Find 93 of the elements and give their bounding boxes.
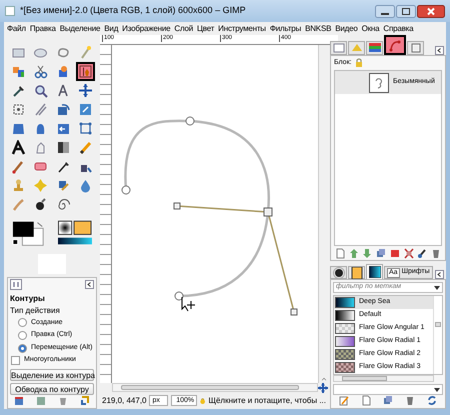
curve-icon (388, 38, 402, 52)
delete-options-icon[interactable] (58, 395, 68, 406)
gradient-swatch (335, 362, 355, 373)
close-icon[interactable] (417, 4, 445, 18)
lock-icon[interactable] (354, 58, 363, 68)
history-tab[interactable] (407, 41, 424, 55)
menu-item[interactable]: Правка (30, 22, 56, 34)
panel-menu-icon[interactable] (435, 46, 444, 55)
tool-options-icon[interactable] (10, 279, 22, 290)
menu-item[interactable]: Выделение (60, 22, 100, 34)
tool-icon[interactable] (11, 102, 26, 117)
app-icon (5, 6, 15, 16)
menu-item[interactable]: Окна (362, 22, 380, 34)
new-icon[interactable] (361, 395, 371, 406)
save-options-icon[interactable] (14, 395, 24, 406)
gradients-tab[interactable] (366, 264, 383, 279)
gradient-swatch (335, 336, 355, 347)
menu-item[interactable]: Файл (7, 22, 26, 34)
dropdown-arrow-icon (434, 286, 440, 290)
vertical-scrollbar[interactable] (318, 45, 328, 383)
maximize-icon[interactable] (396, 4, 416, 18)
tool-icon[interactable] (56, 140, 71, 155)
menu-item[interactable]: Слой (174, 22, 194, 34)
tool-options-title: Контуры (9, 292, 46, 305)
menu-item[interactable]: Вид (104, 22, 118, 34)
menu-item[interactable]: Цвет (197, 22, 214, 34)
brushes-tab[interactable] (330, 266, 347, 279)
tool-icon[interactable] (78, 83, 93, 98)
menu-item[interactable]: Инструменты (218, 22, 266, 34)
channels-tab[interactable] (366, 41, 383, 55)
path-to-selection-icon[interactable] (390, 248, 400, 258)
gradient-swatch (335, 323, 355, 334)
panel-menu-icon[interactable] (85, 280, 94, 290)
delete-icon[interactable] (405, 395, 415, 406)
menu-item[interactable]: Видео (335, 22, 358, 34)
tool-icon[interactable] (11, 83, 26, 98)
panel-menu-icon[interactable] (435, 270, 444, 279)
path-thumbnail (369, 72, 389, 92)
highlighted-tool-button[interactable] (76, 62, 95, 81)
pointer-coordinates: 219,0, 447,0 (102, 394, 146, 406)
checkbox[interactable] (11, 356, 20, 366)
selection-to-path-icon[interactable] (404, 248, 414, 258)
menu-item[interactable]: Фильтры (270, 22, 302, 34)
edit-icon[interactable] (339, 395, 349, 406)
menu-item[interactable]: Изображение (122, 22, 170, 34)
tool-icon[interactable] (33, 83, 48, 98)
tool-icon[interactable] (56, 197, 71, 212)
dropdown-arrow-icon (434, 388, 440, 392)
gradient-swatch (335, 310, 355, 321)
menu-item[interactable]: BNKSB (305, 22, 332, 34)
circle-icon (332, 266, 344, 278)
refresh-icon[interactable] (427, 395, 437, 406)
status-message: Щёлкните и потащите, чтобы ... (208, 394, 326, 406)
lower-icon[interactable] (362, 248, 372, 258)
tool-icon[interactable] (78, 140, 93, 155)
navigate-icon[interactable] (318, 382, 328, 392)
gradient-swatch (335, 349, 355, 360)
new-path-icon[interactable] (335, 248, 345, 258)
path-action-button[interactable]: Выделение из контура (10, 369, 94, 382)
pen-icon (78, 65, 92, 78)
paths-tab[interactable] (384, 35, 406, 55)
document-icon (332, 41, 346, 55)
handle-point[interactable] (290, 308, 298, 316)
brush-pattern-gradient-icon[interactable] (58, 220, 92, 246)
tool-icon[interactable] (11, 140, 26, 155)
hint-icon (200, 396, 206, 406)
path-action-button[interactable]: Обводка по контуру (10, 383, 94, 396)
anchor-point[interactable] (174, 292, 184, 300)
mode-label: Тип действия (9, 304, 61, 317)
move-cursor-icon (182, 296, 196, 312)
color-swatches-icon[interactable] (12, 220, 46, 248)
square-icon (408, 41, 422, 55)
handle-point[interactable] (174, 202, 180, 210)
duplicate-icon[interactable] (383, 395, 393, 406)
stripes-icon (368, 41, 382, 55)
horizontal-scrollbar[interactable] (112, 383, 318, 392)
radio-button[interactable] (18, 330, 27, 340)
radio-button[interactable] (18, 318, 27, 328)
gradient-swatch (335, 297, 355, 308)
images-tab[interactable] (330, 41, 347, 55)
delete-icon[interactable] (430, 248, 441, 258)
radio-button[interactable] (18, 344, 27, 353)
tool-icon[interactable] (56, 159, 71, 174)
window-title: *[Без имени]-2.0 (Цвета RGB, 1 слой) 600x600 – GIMP (20, 4, 247, 18)
stroke-path-icon[interactable] (417, 248, 428, 258)
list-scrollbar[interactable] (433, 296, 442, 374)
raise-icon[interactable] (348, 248, 359, 258)
minimize-icon[interactable] (375, 4, 395, 18)
tool-icon[interactable] (33, 197, 48, 212)
menu-item[interactable]: Справка (383, 22, 414, 34)
reset-options-icon[interactable] (80, 395, 90, 406)
duplicate-icon[interactable] (376, 248, 386, 258)
patterns-tab[interactable] (348, 266, 365, 279)
